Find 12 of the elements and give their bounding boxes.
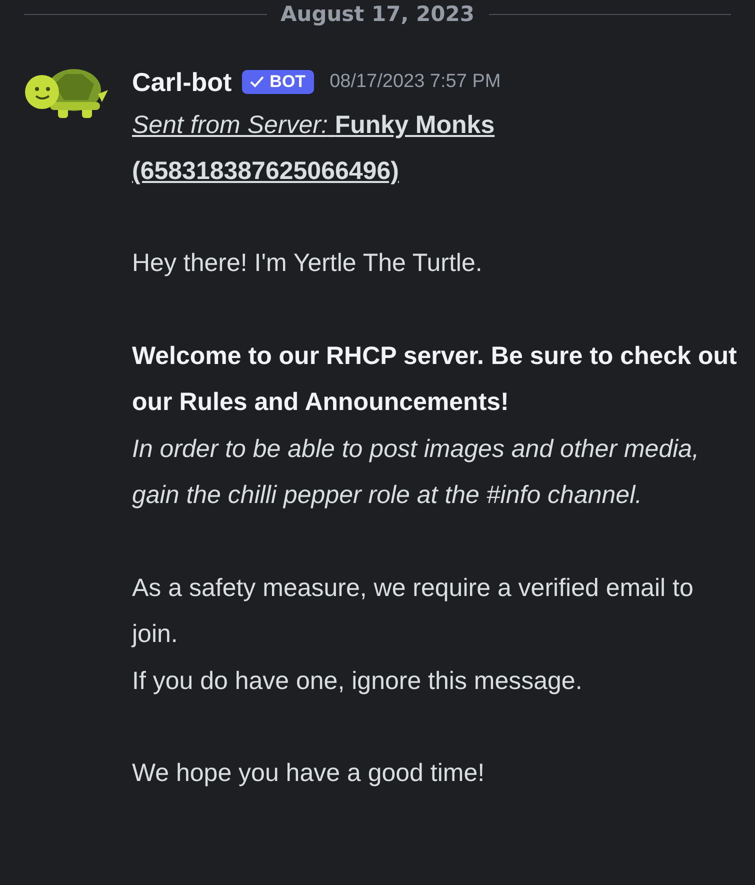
date-divider: August 17, 2023	[280, 2, 474, 26]
message-text: Welcome to our RHCP server. Be sure to check out our Rules and Announcements!	[132, 340, 738, 418]
message-text: In order to be able to post images and other media, gain the chilli pepper role at the #info channel.	[132, 434, 700, 511]
timestamp: 08/17/2023 7:57 PM	[330, 71, 501, 93]
check-icon	[250, 76, 264, 88]
server-link[interactable]: Sent from Server: Funky Monks (658318387625066496)	[132, 102, 745, 194]
message-text: If you do have one, ignore this message.	[132, 666, 584, 696]
message-text: As a safety measure, we require a verified email to join.	[132, 572, 694, 650]
badge-label: BOT	[270, 72, 306, 92]
message-text: We hope you have a good time!	[132, 758, 486, 789]
message-text: Hey there! I'm Yertle The Turtle.	[132, 248, 484, 279]
author-name[interactable]: Carl-bot	[132, 66, 232, 98]
